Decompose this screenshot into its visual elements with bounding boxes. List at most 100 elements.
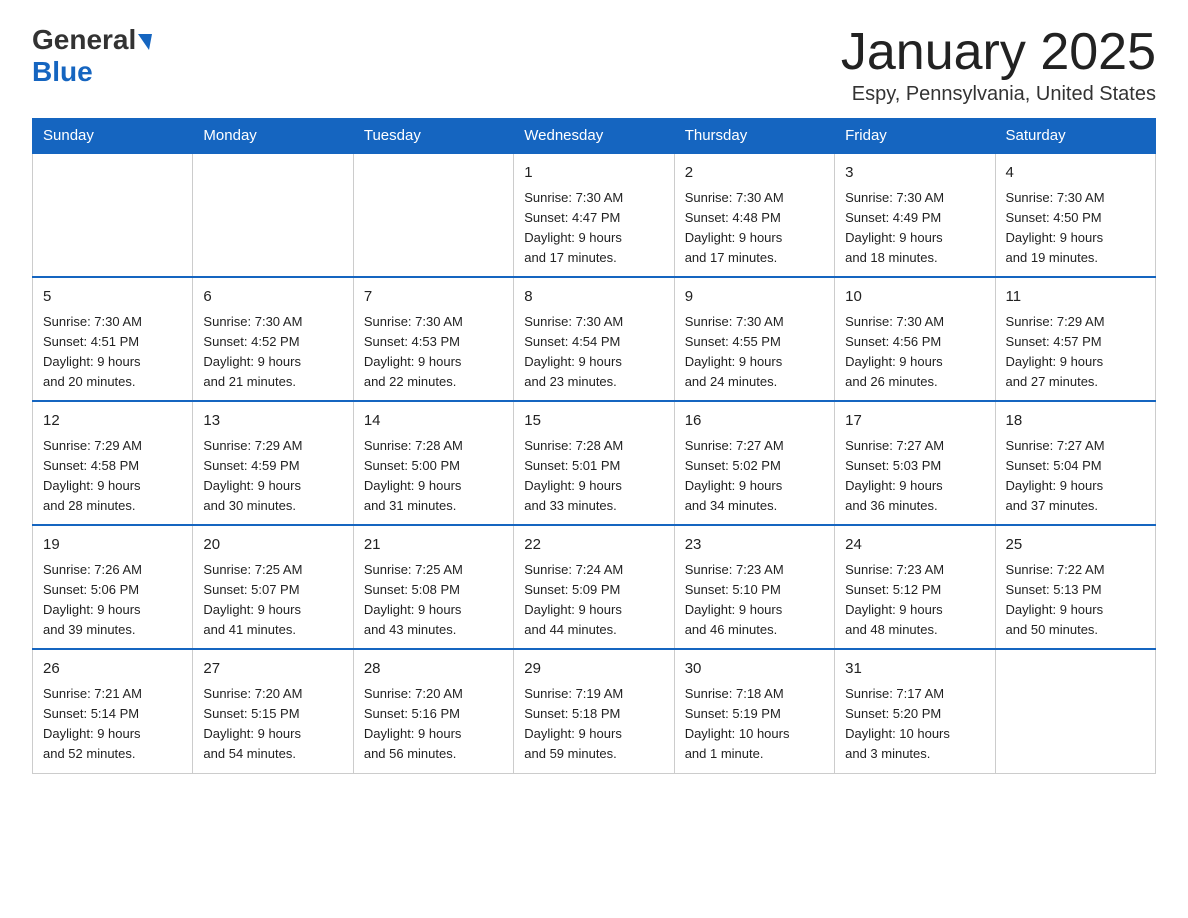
calendar-cell: 8Sunrise: 7:30 AMSunset: 4:54 PMDaylight…	[514, 277, 674, 401]
day-info: Sunrise: 7:27 AMSunset: 5:03 PMDaylight:…	[845, 436, 984, 517]
calendar-cell: 13 Sunrise: 7:29 AMSunset: 4:59 PMDayligh…	[193, 401, 353, 525]
day-number: 30	[685, 658, 824, 681]
day-info: Sunrise: 7:27 AMSunset: 5:04 PMDaylight:…	[1006, 436, 1145, 517]
calendar-cell	[353, 153, 513, 277]
day-info: Sunrise: 7:29 AMSunset: 4:57 PMDaylight:…	[1006, 312, 1145, 393]
day-info: Sunrise: 7:20 AMSunset: 5:15 PMDaylight:…	[203, 684, 342, 765]
calendar-header-row: SundayMondayTuesdayWednesdayThursdayFrid…	[33, 119, 1156, 154]
day-info: Sunrise: 7:30 AMSunset: 4:54 PMDaylight:…	[524, 312, 663, 393]
day-info: Sunrise: 7:30 AMSunset: 4:48 PMDaylight:…	[685, 188, 824, 269]
day-number: 16	[685, 410, 824, 433]
day-number: 24	[845, 534, 984, 557]
calendar-cell: 9 Sunrise: 7:30 AMSunset: 4:55 PMDaylight…	[674, 277, 834, 401]
calendar-cell	[193, 153, 353, 277]
day-info: Sunrise: 7:29 AMSunset: 4:58 PMDaylight:…	[43, 436, 182, 517]
calendar-table: SundayMondayTuesdayWednesdayThursdayFrid…	[32, 118, 1156, 773]
day-info: Sunrise: 7:21 AMSunset: 5:14 PMDaylight:…	[43, 684, 182, 765]
calendar-cell: 3Sunrise: 7:30 AMSunset: 4:49 PMDaylight…	[835, 153, 995, 277]
day-info: Sunrise: 7:28 AMSunset: 5:01 PMDaylight:…	[524, 436, 663, 517]
calendar-week-5: 26 Sunrise: 7:21 AMSunset: 5:14 PMDayligh…	[33, 649, 1156, 773]
day-info: Sunrise: 7:26 AMSunset: 5:06 PMDaylight:…	[43, 560, 182, 641]
calendar-cell	[995, 649, 1155, 773]
calendar-cell: 31 Sunrise: 7:17 AMSunset: 5:20 PMDayligh…	[835, 649, 995, 773]
calendar-cell: 21Sunrise: 7:25 AMSunset: 5:08 PMDayligh…	[353, 525, 513, 649]
day-info: Sunrise: 7:22 AMSunset: 5:13 PMDaylight:…	[1006, 560, 1145, 641]
day-number: 25	[1006, 534, 1145, 557]
day-info: Sunrise: 7:30 AMSunset: 4:53 PMDaylight:…	[364, 312, 503, 393]
calendar-cell: 27 Sunrise: 7:20 AMSunset: 5:15 PMDayligh…	[193, 649, 353, 773]
calendar-cell: 1 Sunrise: 7:30 AMSunset: 4:47 PMDaylight…	[514, 153, 674, 277]
day-number: 31	[845, 658, 984, 681]
calendar-cell: 6 Sunrise: 7:30 AMSunset: 4:52 PMDaylight…	[193, 277, 353, 401]
calendar-cell: 14Sunrise: 7:28 AMSunset: 5:00 PMDayligh…	[353, 401, 513, 525]
calendar-cell: 11 Sunrise: 7:29 AMSunset: 4:57 PMDayligh…	[995, 277, 1155, 401]
day-number: 9	[685, 286, 824, 309]
day-info: Sunrise: 7:30 AMSunset: 4:50 PMDaylight:…	[1006, 188, 1145, 269]
calendar-cell: 23 Sunrise: 7:23 AMSunset: 5:10 PMDayligh…	[674, 525, 834, 649]
day-number: 7	[364, 286, 503, 309]
day-number: 21	[364, 534, 503, 557]
calendar-cell: 4 Sunrise: 7:30 AMSunset: 4:50 PMDaylight…	[995, 153, 1155, 277]
header-thursday: Thursday	[674, 119, 834, 154]
day-number: 10	[845, 286, 984, 309]
header-monday: Monday	[193, 119, 353, 154]
day-number: 6	[203, 286, 342, 309]
day-number: 29	[524, 658, 663, 681]
day-number: 15	[524, 410, 663, 433]
calendar-cell: 24 Sunrise: 7:23 AMSunset: 5:12 PMDayligh…	[835, 525, 995, 649]
day-number: 20	[203, 534, 342, 557]
day-info: Sunrise: 7:17 AMSunset: 5:20 PMDaylight:…	[845, 684, 984, 765]
day-number: 2	[685, 162, 824, 185]
header: General Blue January 2025 Espy, Pennsylv…	[32, 24, 1156, 106]
day-info: Sunrise: 7:29 AMSunset: 4:59 PMDaylight:…	[203, 436, 342, 517]
day-number: 13	[203, 410, 342, 433]
calendar-cell: 2 Sunrise: 7:30 AMSunset: 4:48 PMDaylight…	[674, 153, 834, 277]
day-info: Sunrise: 7:23 AMSunset: 5:12 PMDaylight:…	[845, 560, 984, 641]
calendar-cell: 5 Sunrise: 7:30 AMSunset: 4:51 PMDaylight…	[33, 277, 193, 401]
day-number: 27	[203, 658, 342, 681]
day-info: Sunrise: 7:24 AMSunset: 5:09 PMDaylight:…	[524, 560, 663, 641]
day-info: Sunrise: 7:30 AMSunset: 4:52 PMDaylight:…	[203, 312, 342, 393]
day-info: Sunrise: 7:20 AMSunset: 5:16 PMDaylight:…	[364, 684, 503, 765]
logo-blue-text: Blue	[32, 56, 93, 87]
day-number: 14	[364, 410, 503, 433]
calendar-cell: 30 Sunrise: 7:18 AMSunset: 5:19 PMDayligh…	[674, 649, 834, 773]
day-info: Sunrise: 7:30 AMSunset: 4:55 PMDaylight:…	[685, 312, 824, 393]
day-info: Sunrise: 7:23 AMSunset: 5:10 PMDaylight:…	[685, 560, 824, 641]
calendar-week-1: 1 Sunrise: 7:30 AMSunset: 4:47 PMDaylight…	[33, 153, 1156, 277]
calendar-cell: 29Sunrise: 7:19 AMSunset: 5:18 PMDayligh…	[514, 649, 674, 773]
day-number: 18	[1006, 410, 1145, 433]
calendar-cell: 17Sunrise: 7:27 AMSunset: 5:03 PMDayligh…	[835, 401, 995, 525]
subtitle: Espy, Pennsylvania, United States	[841, 83, 1156, 106]
day-number: 23	[685, 534, 824, 557]
calendar-cell: 18 Sunrise: 7:27 AMSunset: 5:04 PMDayligh…	[995, 401, 1155, 525]
logo: General Blue	[32, 24, 152, 88]
header-saturday: Saturday	[995, 119, 1155, 154]
day-number: 4	[1006, 162, 1145, 185]
day-number: 5	[43, 286, 182, 309]
calendar-cell: 22Sunrise: 7:24 AMSunset: 5:09 PMDayligh…	[514, 525, 674, 649]
calendar-cell	[33, 153, 193, 277]
calendar-cell: 26 Sunrise: 7:21 AMSunset: 5:14 PMDayligh…	[33, 649, 193, 773]
calendar-cell: 25 Sunrise: 7:22 AMSunset: 5:13 PMDayligh…	[995, 525, 1155, 649]
day-number: 11	[1006, 286, 1145, 309]
day-info: Sunrise: 7:30 AMSunset: 4:51 PMDaylight:…	[43, 312, 182, 393]
logo-triangle-icon	[138, 34, 152, 50]
header-tuesday: Tuesday	[353, 119, 513, 154]
logo-general-text: General	[32, 24, 136, 56]
day-info: Sunrise: 7:27 AMSunset: 5:02 PMDaylight:…	[685, 436, 824, 517]
day-number: 19	[43, 534, 182, 557]
calendar-week-3: 12 Sunrise: 7:29 AMSunset: 4:58 PMDayligh…	[33, 401, 1156, 525]
calendar-cell: 16 Sunrise: 7:27 AMSunset: 5:02 PMDayligh…	[674, 401, 834, 525]
day-number: 12	[43, 410, 182, 433]
calendar-cell: 10Sunrise: 7:30 AMSunset: 4:56 PMDayligh…	[835, 277, 995, 401]
day-number: 26	[43, 658, 182, 681]
calendar-cell: 7 Sunrise: 7:30 AMSunset: 4:53 PMDaylight…	[353, 277, 513, 401]
calendar-cell: 15 Sunrise: 7:28 AMSunset: 5:01 PMDayligh…	[514, 401, 674, 525]
day-info: Sunrise: 7:18 AMSunset: 5:19 PMDaylight:…	[685, 684, 824, 765]
day-info: Sunrise: 7:30 AMSunset: 4:47 PMDaylight:…	[524, 188, 663, 269]
title-area: January 2025 Espy, Pennsylvania, United …	[841, 24, 1156, 106]
day-number: 1	[524, 162, 663, 185]
calendar-cell: 28Sunrise: 7:20 AMSunset: 5:16 PMDayligh…	[353, 649, 513, 773]
calendar-cell: 12 Sunrise: 7:29 AMSunset: 4:58 PMDayligh…	[33, 401, 193, 525]
